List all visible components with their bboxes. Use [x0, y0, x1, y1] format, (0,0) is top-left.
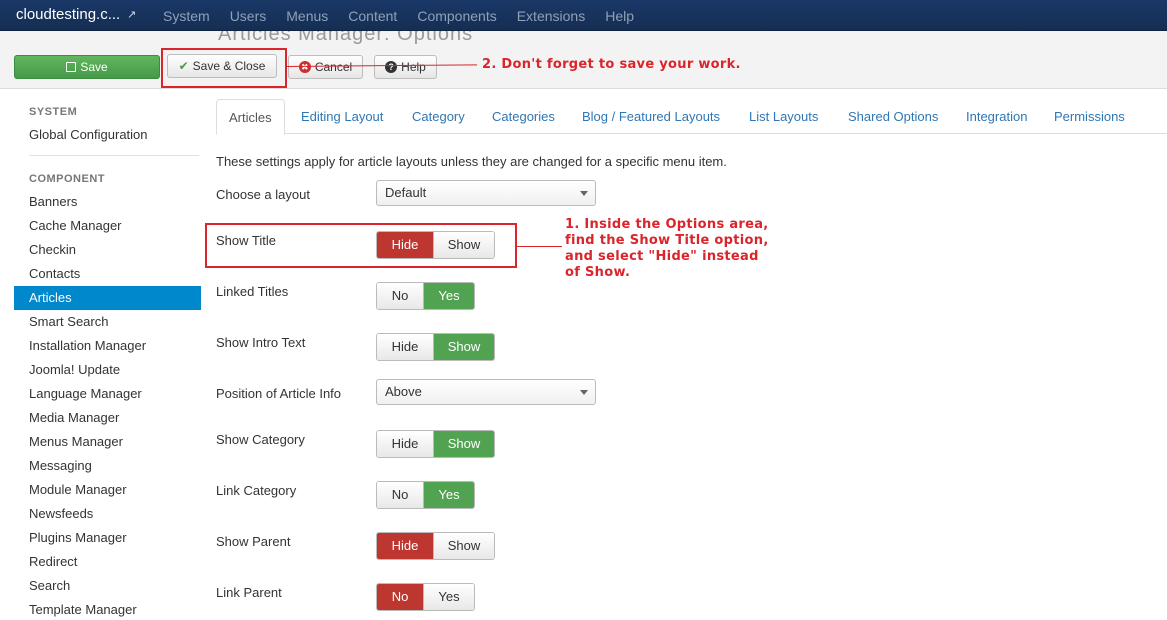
- annotation-note-show-title-3: and select "Hide" instead: [565, 249, 759, 264]
- cancel-icon: ✖: [298, 61, 311, 73]
- sidebar-item-module-manager[interactable]: Module Manager: [14, 478, 201, 502]
- sidebar-heading-system: SYSTEM: [29, 106, 78, 118]
- linked-titles-toggle: No Yes: [376, 282, 475, 310]
- sidebar-item-search[interactable]: Search: [14, 574, 201, 598]
- link-parent-no-option[interactable]: No: [377, 584, 423, 610]
- sidebar-item-installation-manager[interactable]: Installation Manager: [14, 334, 201, 358]
- tab-blog-featured-layouts[interactable]: Blog / Featured Layouts: [582, 99, 720, 134]
- position-info-label: Position of Article Info: [216, 386, 342, 401]
- link-category-toggle: No Yes: [376, 481, 475, 509]
- show-parent-hide-option[interactable]: Hide: [377, 533, 433, 559]
- sidebar-item-global-configuration[interactable]: Global Configuration: [14, 123, 201, 147]
- save-button[interactable]: Save: [14, 55, 160, 79]
- external-link-icon[interactable]: ↗: [127, 8, 136, 21]
- link-parent-label: Link Parent: [216, 585, 282, 600]
- annotation-line-show-title: [517, 246, 562, 247]
- sidebar-item-cache-manager[interactable]: Cache Manager: [14, 214, 201, 238]
- sidebar-item-newsfeeds[interactable]: Newsfeeds: [14, 502, 201, 526]
- sidebar-item-joomla-update[interactable]: Joomla! Update: [14, 358, 201, 382]
- tab-permissions[interactable]: Permissions: [1054, 99, 1125, 134]
- linked-titles-label: Linked Titles: [216, 284, 289, 299]
- tab-articles[interactable]: Articles: [216, 99, 285, 135]
- link-parent-toggle: No Yes: [376, 583, 475, 611]
- menu-components[interactable]: Components: [417, 8, 496, 24]
- save-label: Save: [80, 60, 108, 74]
- tab-editing-layout[interactable]: Editing Layout: [301, 99, 383, 134]
- show-category-label: Show Category: [216, 432, 305, 447]
- choose-layout-label: Choose a layout: [216, 187, 310, 202]
- sidebar-item-media-manager[interactable]: Media Manager: [14, 406, 201, 430]
- show-category-show-option[interactable]: Show: [433, 431, 494, 457]
- sidebar-item-banners[interactable]: Banners: [14, 190, 201, 214]
- tab-description: These settings apply for article layouts…: [216, 154, 727, 169]
- sidebar-item-messaging[interactable]: Messaging: [14, 454, 201, 478]
- cancel-label: Cancel: [314, 60, 353, 74]
- menu-users[interactable]: Users: [230, 8, 267, 24]
- site-link[interactable]: cloudtesting.c...: [16, 6, 120, 23]
- sidebar-item-smart-search[interactable]: Smart Search: [14, 310, 201, 334]
- annotation-note-show-title-1: 1. Inside the Options area,: [565, 217, 769, 232]
- show-parent-toggle: Hide Show: [376, 532, 495, 560]
- sidebar-item-contacts[interactable]: Contacts: [14, 262, 201, 286]
- tab-list-layouts[interactable]: List Layouts: [749, 99, 818, 134]
- link-category-yes-option[interactable]: Yes: [423, 482, 474, 508]
- top-navbar: cloudtesting.c... ↗ System Users Menus C…: [0, 0, 1167, 31]
- choose-layout-select[interactable]: Default: [376, 180, 596, 206]
- show-parent-show-option[interactable]: Show: [433, 533, 494, 559]
- edit-icon: [66, 62, 77, 72]
- help-button[interactable]: ? Help: [374, 55, 437, 79]
- link-category-label: Link Category: [216, 483, 297, 498]
- tab-shared-options[interactable]: Shared Options: [848, 99, 938, 134]
- cancel-button[interactable]: ✖ Cancel: [288, 55, 363, 79]
- show-intro-toggle: Hide Show: [376, 333, 495, 361]
- show-intro-hide-option[interactable]: Hide: [377, 334, 433, 360]
- linked-titles-no-option[interactable]: No: [377, 283, 423, 309]
- sidebar-divider: [29, 155, 199, 156]
- help-icon: ?: [385, 61, 398, 73]
- annotation-box-show-title: [205, 223, 517, 268]
- help-label: Help: [401, 60, 426, 74]
- options-tabs: Articles Editing Layout Category Categor…: [216, 99, 1167, 135]
- sidebar-item-template-manager[interactable]: Template Manager: [14, 598, 201, 620]
- sidebar-item-menus-manager[interactable]: Menus Manager: [14, 430, 201, 454]
- tab-category[interactable]: Category: [412, 99, 465, 134]
- annotation-note-show-title-4: of Show.: [565, 265, 631, 280]
- show-parent-label: Show Parent: [216, 534, 291, 549]
- annotation-note-show-title-2: find the Show Title option,: [565, 233, 769, 248]
- position-info-value: Above: [385, 384, 422, 399]
- annotation-note-save: 2. Don't forget to save your work.: [482, 57, 741, 72]
- show-category-toggle: Hide Show: [376, 430, 495, 458]
- sidebar-item-language-manager[interactable]: Language Manager: [14, 382, 201, 406]
- main-menu: System Users Menus Content Components Ex…: [163, 8, 654, 24]
- sidebar-item-checkin[interactable]: Checkin: [14, 238, 201, 262]
- tab-categories[interactable]: Categories: [492, 99, 555, 134]
- linked-titles-yes-option[interactable]: Yes: [423, 283, 474, 309]
- show-category-hide-option[interactable]: Hide: [377, 431, 433, 457]
- sidebar-heading-component: COMPONENT: [29, 173, 105, 185]
- menu-system[interactable]: System: [163, 8, 210, 24]
- link-parent-yes-option[interactable]: Yes: [423, 584, 474, 610]
- annotation-box-save: [161, 48, 287, 88]
- caret-down-icon: [580, 191, 588, 196]
- show-intro-label: Show Intro Text: [216, 335, 306, 350]
- tab-integration[interactable]: Integration: [966, 99, 1027, 134]
- position-info-select[interactable]: Above: [376, 379, 596, 405]
- page-title: Articles Manager: Options: [218, 31, 474, 45]
- show-intro-show-option[interactable]: Show: [433, 334, 494, 360]
- caret-down-icon: [580, 390, 588, 395]
- menu-help[interactable]: Help: [605, 8, 634, 24]
- sidebar-item-plugins-manager[interactable]: Plugins Manager: [14, 526, 201, 550]
- menu-content[interactable]: Content: [348, 8, 397, 24]
- menu-extensions[interactable]: Extensions: [517, 8, 585, 24]
- link-category-no-option[interactable]: No: [377, 482, 423, 508]
- menu-menus[interactable]: Menus: [286, 8, 328, 24]
- choose-layout-value: Default: [385, 185, 427, 200]
- sidebar-item-redirect[interactable]: Redirect: [14, 550, 201, 574]
- sidebar-item-articles[interactable]: Articles: [14, 286, 201, 310]
